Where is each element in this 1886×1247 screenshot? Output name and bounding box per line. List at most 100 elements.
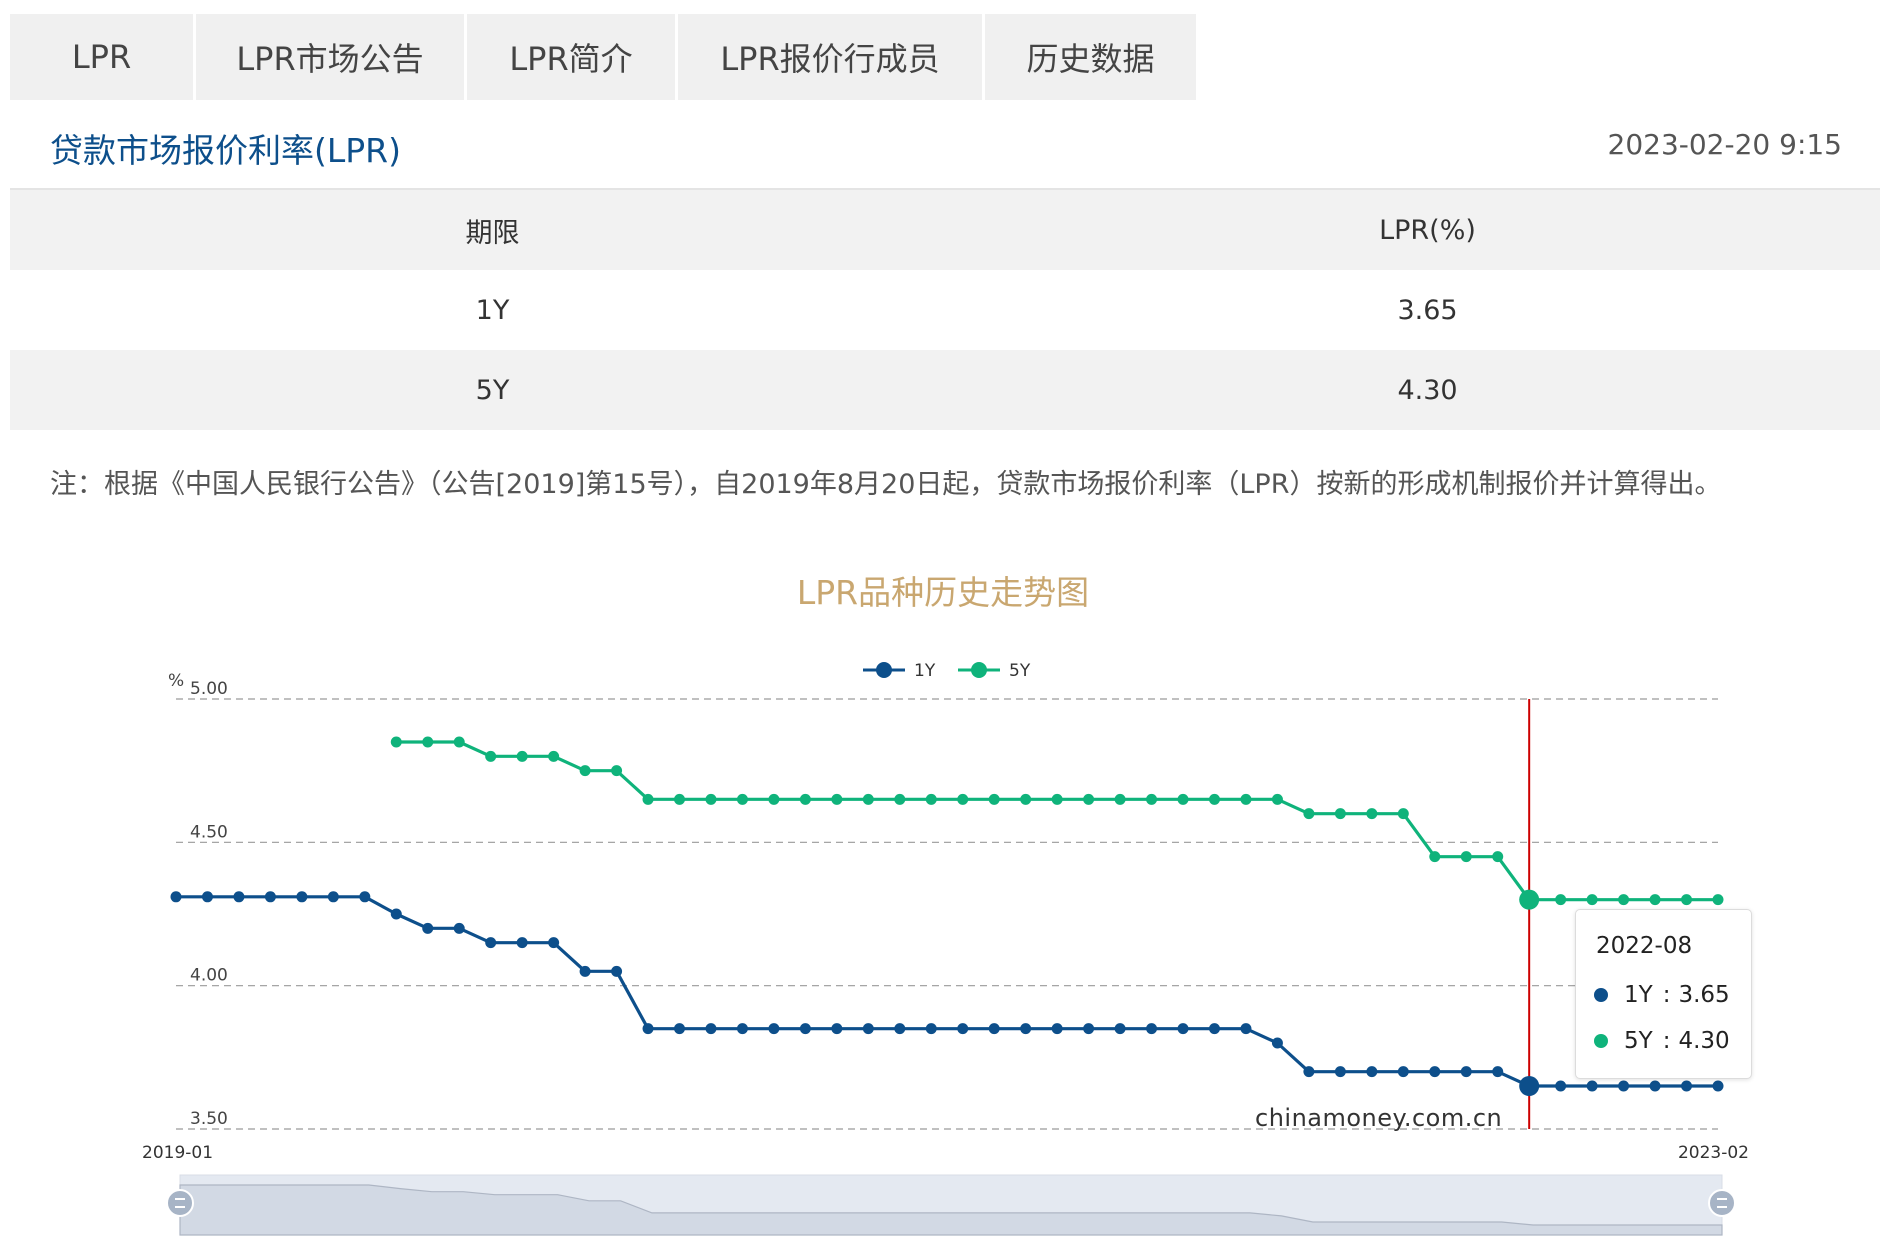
data-point-1Y[interactable] bbox=[1240, 1023, 1252, 1035]
data-point-1Y[interactable] bbox=[201, 891, 213, 903]
data-point-1Y[interactable] bbox=[1303, 1066, 1315, 1078]
data-point-1Y[interactable] bbox=[768, 1023, 780, 1035]
data-point-1Y[interactable] bbox=[674, 1023, 686, 1035]
data-point-1Y[interactable] bbox=[390, 908, 402, 920]
data-point-1Y[interactable] bbox=[579, 965, 591, 977]
data-point-1Y[interactable] bbox=[1712, 1080, 1724, 1092]
data-point-1Y[interactable] bbox=[1177, 1023, 1189, 1035]
data-point-5Y[interactable] bbox=[736, 793, 748, 805]
data-point-5Y[interactable] bbox=[422, 736, 434, 748]
data-point-1Y[interactable] bbox=[516, 937, 528, 949]
data-point-1Y[interactable] bbox=[1519, 1076, 1540, 1096]
data-point-1Y[interactable] bbox=[170, 891, 182, 903]
data-point-1Y[interactable] bbox=[1271, 1037, 1283, 1049]
data-point-5Y[interactable] bbox=[516, 750, 528, 762]
zoom-handle-icon[interactable] bbox=[166, 1189, 194, 1217]
data-point-5Y[interactable] bbox=[831, 793, 843, 805]
data-point-1Y[interactable] bbox=[1618, 1080, 1630, 1092]
legend-label[interactable]: 5Y bbox=[1009, 661, 1031, 681]
data-point-1Y[interactable] bbox=[296, 891, 308, 903]
data-point-5Y[interactable] bbox=[1618, 894, 1630, 906]
data-point-5Y[interactable] bbox=[894, 793, 906, 805]
data-point-5Y[interactable] bbox=[705, 793, 717, 805]
data-point-1Y[interactable] bbox=[894, 1023, 906, 1035]
data-point-5Y[interactable] bbox=[1712, 894, 1724, 906]
data-point-1Y[interactable] bbox=[1492, 1066, 1504, 1078]
data-point-5Y[interactable] bbox=[390, 736, 402, 748]
data-point-5Y[interactable] bbox=[925, 793, 937, 805]
data-point-5Y[interactable] bbox=[611, 765, 623, 777]
data-point-5Y[interactable] bbox=[1177, 793, 1189, 805]
data-point-5Y[interactable] bbox=[1681, 894, 1693, 906]
data-point-5Y[interactable] bbox=[1208, 793, 1220, 805]
data-point-5Y[interactable] bbox=[674, 793, 686, 805]
data-point-1Y[interactable] bbox=[1114, 1023, 1126, 1035]
data-point-1Y[interactable] bbox=[1334, 1066, 1346, 1078]
data-point-1Y[interactable] bbox=[485, 937, 497, 949]
data-point-1Y[interactable] bbox=[1146, 1023, 1158, 1035]
data-point-5Y[interactable] bbox=[1649, 894, 1661, 906]
data-point-1Y[interactable] bbox=[1051, 1023, 1063, 1035]
data-point-1Y[interactable] bbox=[862, 1023, 874, 1035]
data-point-5Y[interactable] bbox=[1146, 793, 1158, 805]
data-point-1Y[interactable] bbox=[453, 922, 465, 934]
data-point-1Y[interactable] bbox=[642, 1023, 654, 1035]
data-point-1Y[interactable] bbox=[359, 891, 371, 903]
data-point-5Y[interactable] bbox=[799, 793, 811, 805]
data-point-5Y[interactable] bbox=[1492, 851, 1504, 863]
data-point-5Y[interactable] bbox=[485, 750, 497, 762]
data-point-1Y[interactable] bbox=[611, 965, 623, 977]
data-point-5Y[interactable] bbox=[1334, 808, 1346, 820]
data-point-1Y[interactable] bbox=[1366, 1066, 1378, 1078]
data-point-1Y[interactable] bbox=[1586, 1080, 1598, 1092]
data-point-1Y[interactable] bbox=[1020, 1023, 1032, 1035]
data-point-5Y[interactable] bbox=[642, 793, 654, 805]
data-point-5Y[interactable] bbox=[768, 793, 780, 805]
data-point-5Y[interactable] bbox=[988, 793, 1000, 805]
data-point-5Y[interactable] bbox=[1271, 793, 1283, 805]
data-point-5Y[interactable] bbox=[1083, 793, 1095, 805]
data-point-5Y[interactable] bbox=[1114, 793, 1126, 805]
zoom-handle-icon[interactable] bbox=[1708, 1189, 1736, 1217]
data-point-1Y[interactable] bbox=[548, 937, 560, 949]
data-point-5Y[interactable] bbox=[1429, 851, 1441, 863]
legend-marker-icon[interactable] bbox=[876, 662, 892, 678]
data-point-5Y[interactable] bbox=[1051, 793, 1063, 805]
data-point-1Y[interactable] bbox=[957, 1023, 969, 1035]
data-point-1Y[interactable] bbox=[925, 1023, 937, 1035]
data-point-5Y[interactable] bbox=[1366, 808, 1378, 820]
data-point-1Y[interactable] bbox=[1649, 1080, 1661, 1092]
data-point-1Y[interactable] bbox=[799, 1023, 811, 1035]
data-point-5Y[interactable] bbox=[957, 793, 969, 805]
data-point-1Y[interactable] bbox=[327, 891, 339, 903]
data-point-1Y[interactable] bbox=[1397, 1066, 1409, 1078]
data-point-5Y[interactable] bbox=[1397, 808, 1409, 820]
data-point-1Y[interactable] bbox=[705, 1023, 717, 1035]
data-point-5Y[interactable] bbox=[862, 793, 874, 805]
data-point-1Y[interactable] bbox=[264, 891, 276, 903]
data-point-5Y[interactable] bbox=[548, 750, 560, 762]
data-point-5Y[interactable] bbox=[1460, 851, 1472, 863]
data-point-5Y[interactable] bbox=[1240, 793, 1252, 805]
data-point-5Y[interactable] bbox=[1586, 894, 1598, 906]
data-point-1Y[interactable] bbox=[233, 891, 245, 903]
legend-marker-icon[interactable] bbox=[971, 662, 987, 678]
data-point-5Y[interactable] bbox=[579, 765, 591, 777]
data-point-1Y[interactable] bbox=[1208, 1023, 1220, 1035]
data-point-1Y[interactable] bbox=[1555, 1080, 1567, 1092]
data-point-1Y[interactable] bbox=[1083, 1023, 1095, 1035]
data-point-5Y[interactable] bbox=[1519, 889, 1540, 910]
data-point-5Y[interactable] bbox=[1555, 894, 1567, 906]
data-point-5Y[interactable] bbox=[1303, 808, 1315, 820]
legend-label[interactable]: 1Y bbox=[914, 661, 936, 681]
data-point-5Y[interactable] bbox=[1020, 793, 1032, 805]
data-point-1Y[interactable] bbox=[1681, 1080, 1693, 1092]
data-point-1Y[interactable] bbox=[422, 922, 434, 934]
data-point-1Y[interactable] bbox=[1429, 1066, 1441, 1078]
data-point-1Y[interactable] bbox=[988, 1023, 1000, 1035]
data-point-1Y[interactable] bbox=[831, 1023, 843, 1035]
data-point-1Y[interactable] bbox=[1460, 1066, 1472, 1078]
data-point-1Y[interactable] bbox=[736, 1023, 748, 1035]
tooltip-date: 2022-08 bbox=[1596, 933, 1693, 959]
data-point-5Y[interactable] bbox=[453, 736, 465, 748]
